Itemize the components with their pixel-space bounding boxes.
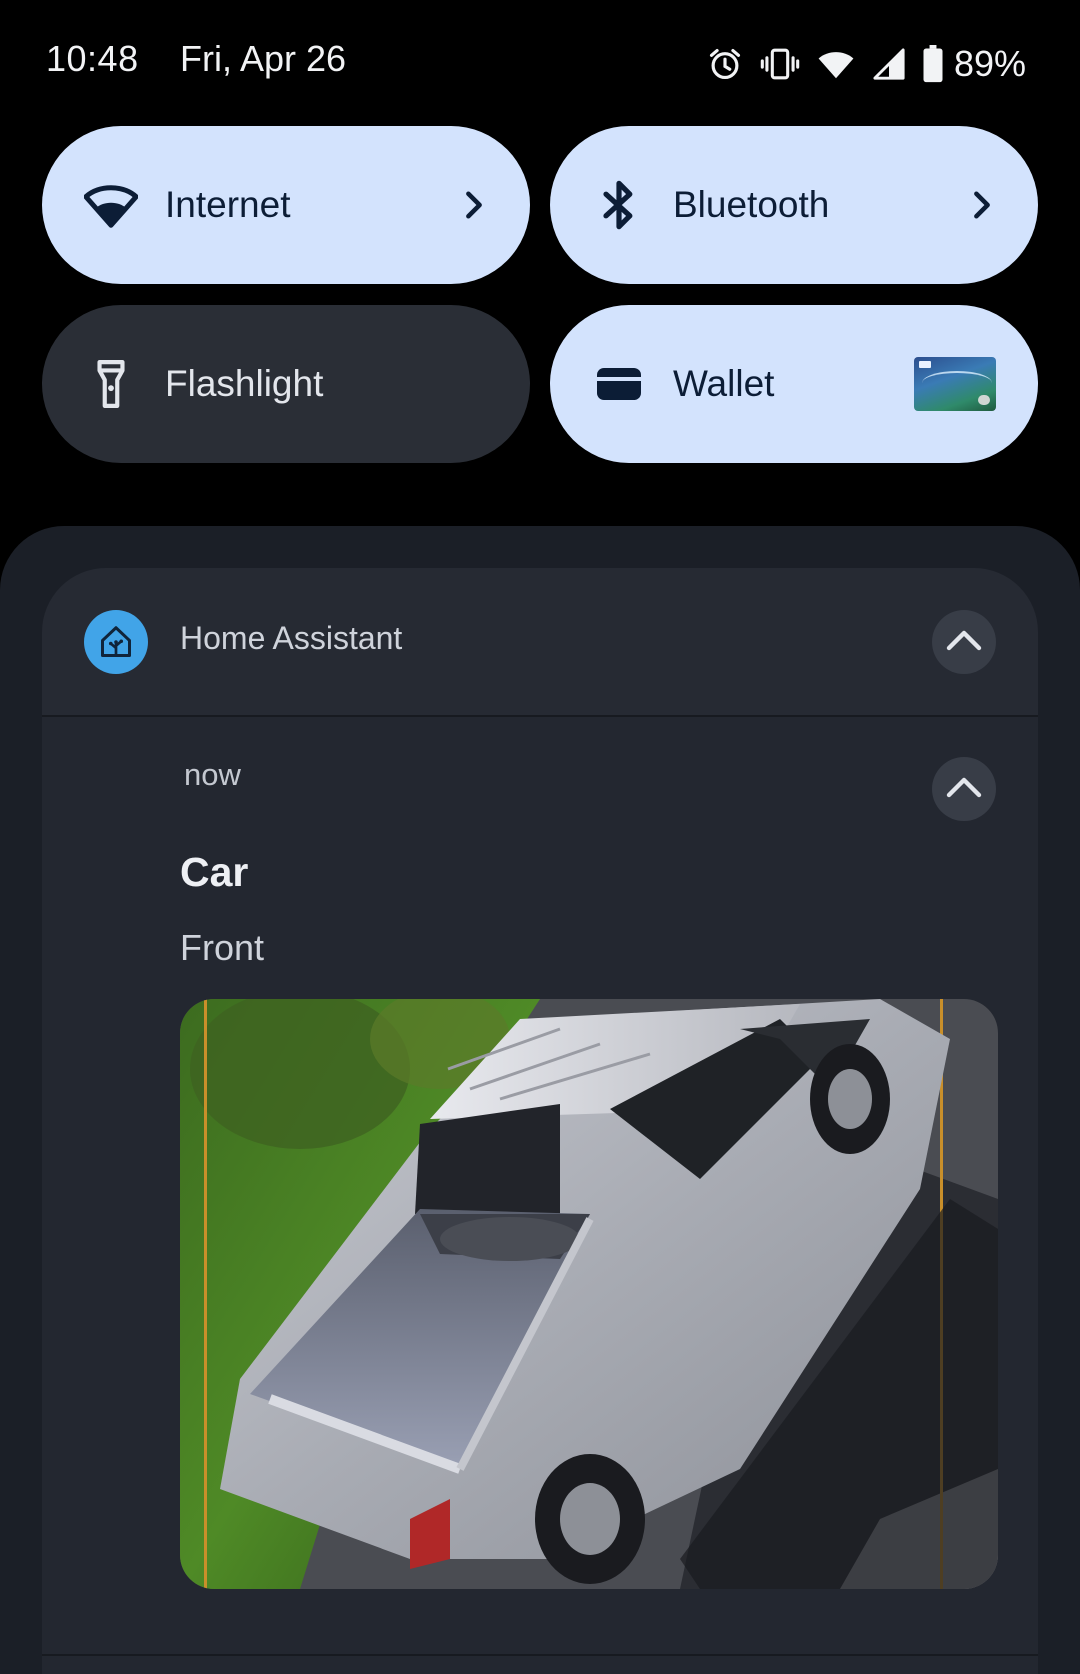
tile-internet[interactable]: Internet [42,126,530,284]
status-time: 10:48 [46,38,139,79]
tile-flashlight-label: Flashlight [165,363,324,404]
status-icons: 89% [706,40,1026,88]
notification-card[interactable]: Home Assistant now Car Front [42,568,1038,1674]
tile-flashlight[interactable]: Flashlight [42,305,530,463]
notification-body[interactable]: now Car Front [42,717,1038,1674]
chevron-right-icon[interactable] [458,185,490,225]
chevron-right-icon[interactable] [966,185,998,225]
tile-wallet-label: Wallet [673,363,775,404]
camera-snapshot-image[interactable] [180,999,998,1589]
bluetooth-icon [590,176,648,234]
battery-icon [922,45,944,83]
tile-bluetooth-label: Bluetooth [673,184,830,225]
status-date: Fri, Apr 26 [180,38,347,79]
notification-header[interactable]: Home Assistant [42,568,1038,716]
wifi-icon [82,176,140,234]
alarm-icon [706,45,744,83]
tile-internet-label: Internet [165,184,291,225]
collapse-button[interactable] [932,610,996,674]
cell-signal-icon [872,46,906,82]
battery-percent: 89% [953,43,1026,84]
home-assistant-icon [84,610,148,674]
divider [42,1654,1038,1656]
flashlight-icon [82,355,140,413]
vibrate-icon [760,45,800,83]
wallet-card-thumbnail [914,357,996,411]
wifi-icon [816,45,856,83]
tile-bluetooth[interactable]: Bluetooth [550,126,1038,284]
wallet-icon [590,355,648,413]
status-bar: 10:48 Fri, Apr 26 89% [0,0,1080,126]
truck-snapshot-illustration [180,999,998,1589]
tile-wallet[interactable]: Wallet [550,305,1038,463]
chevron-up-icon [946,776,982,803]
notification-text: Front [180,927,265,968]
notification-title: Car [180,849,249,895]
app-name: Home Assistant [180,620,403,656]
collapse-notification-button[interactable] [932,757,996,821]
chevron-up-icon [946,629,982,656]
notification-time: now [184,757,241,792]
